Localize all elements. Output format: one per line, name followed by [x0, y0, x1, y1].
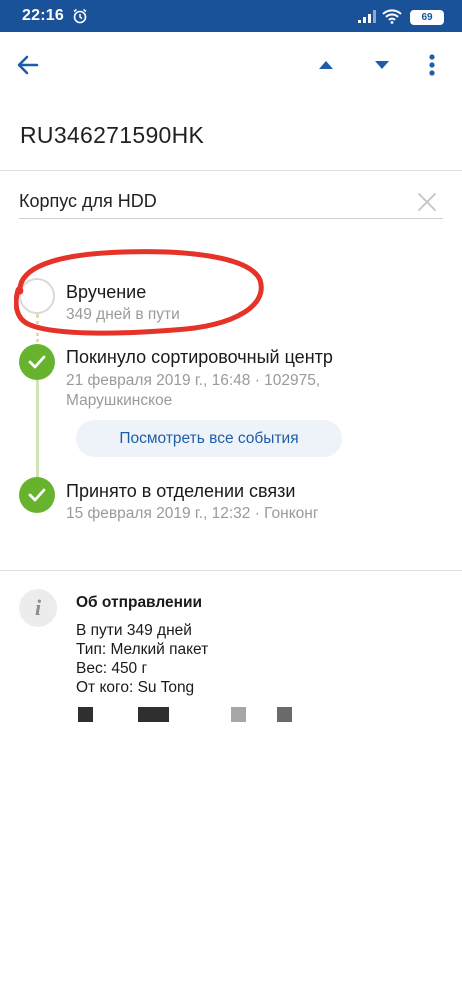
shipment-info-line: Тип: Мелкий пакет: [76, 641, 209, 658]
close-icon: [418, 193, 436, 211]
step-pending-icon: [19, 278, 55, 314]
shipment-info-title: Об отправлении: [76, 594, 203, 611]
next-item-button[interactable]: [364, 47, 400, 83]
step-subtitle: 349 дней в пути: [66, 306, 180, 323]
step-title: Вручение: [66, 282, 147, 302]
more-vertical-icon: [429, 54, 435, 76]
wifi-icon: [382, 9, 402, 29]
checkmark-icon: [28, 488, 46, 502]
triangle-up-icon: [319, 61, 333, 69]
signal-icon: [358, 10, 376, 28]
checkmark-icon: [28, 355, 46, 369]
redacted-block: [231, 707, 246, 722]
step-completed-icon: [19, 477, 55, 513]
redacted-block: [138, 707, 169, 722]
divider: [0, 570, 462, 571]
redacted-block: [78, 707, 93, 722]
back-button[interactable]: [10, 47, 46, 83]
previous-item-button[interactable]: [308, 47, 344, 83]
more-options-button[interactable]: [414, 47, 450, 83]
step-title: Покинуло сортировочный центр: [66, 347, 333, 367]
redacted-block: [277, 707, 292, 722]
step-subtitle: 15 февраля 2019 г., 12:32 · Гонконг: [66, 505, 319, 522]
view-all-events-button[interactable]: Посмотреть все события: [76, 420, 342, 457]
parcel-name-input[interactable]: [19, 186, 409, 216]
status-bar: 22:16 69: [0, 0, 462, 32]
tracking-number: RU346271590HK: [20, 122, 205, 148]
alarm-icon: [72, 8, 88, 24]
clear-button[interactable]: [415, 190, 439, 214]
timeline-connector: [36, 370, 39, 490]
divider: [0, 170, 462, 171]
status-time: 22:16: [22, 7, 64, 24]
parcel-name-field: [19, 186, 443, 219]
info-icon: i: [19, 589, 57, 627]
shipment-info-line: От кого: Su Tong: [76, 679, 195, 696]
step-completed-icon: [19, 344, 55, 380]
step-title: Принято в отделении связи: [66, 481, 296, 501]
arrow-left-icon: [17, 55, 39, 75]
triangle-down-icon: [375, 61, 389, 69]
step-subtitle: 21 февраля 2019 г., 16:48 · 102975, Мару…: [66, 372, 321, 409]
shipment-info-clip: От кого: Su Tong: [76, 679, 376, 696]
shipment-info-line: В пути 349 дней: [76, 622, 192, 639]
battery-indicator: 69: [410, 10, 444, 25]
app-bar: [0, 32, 462, 98]
shipment-info-line: Вес: 450 г: [76, 660, 148, 677]
